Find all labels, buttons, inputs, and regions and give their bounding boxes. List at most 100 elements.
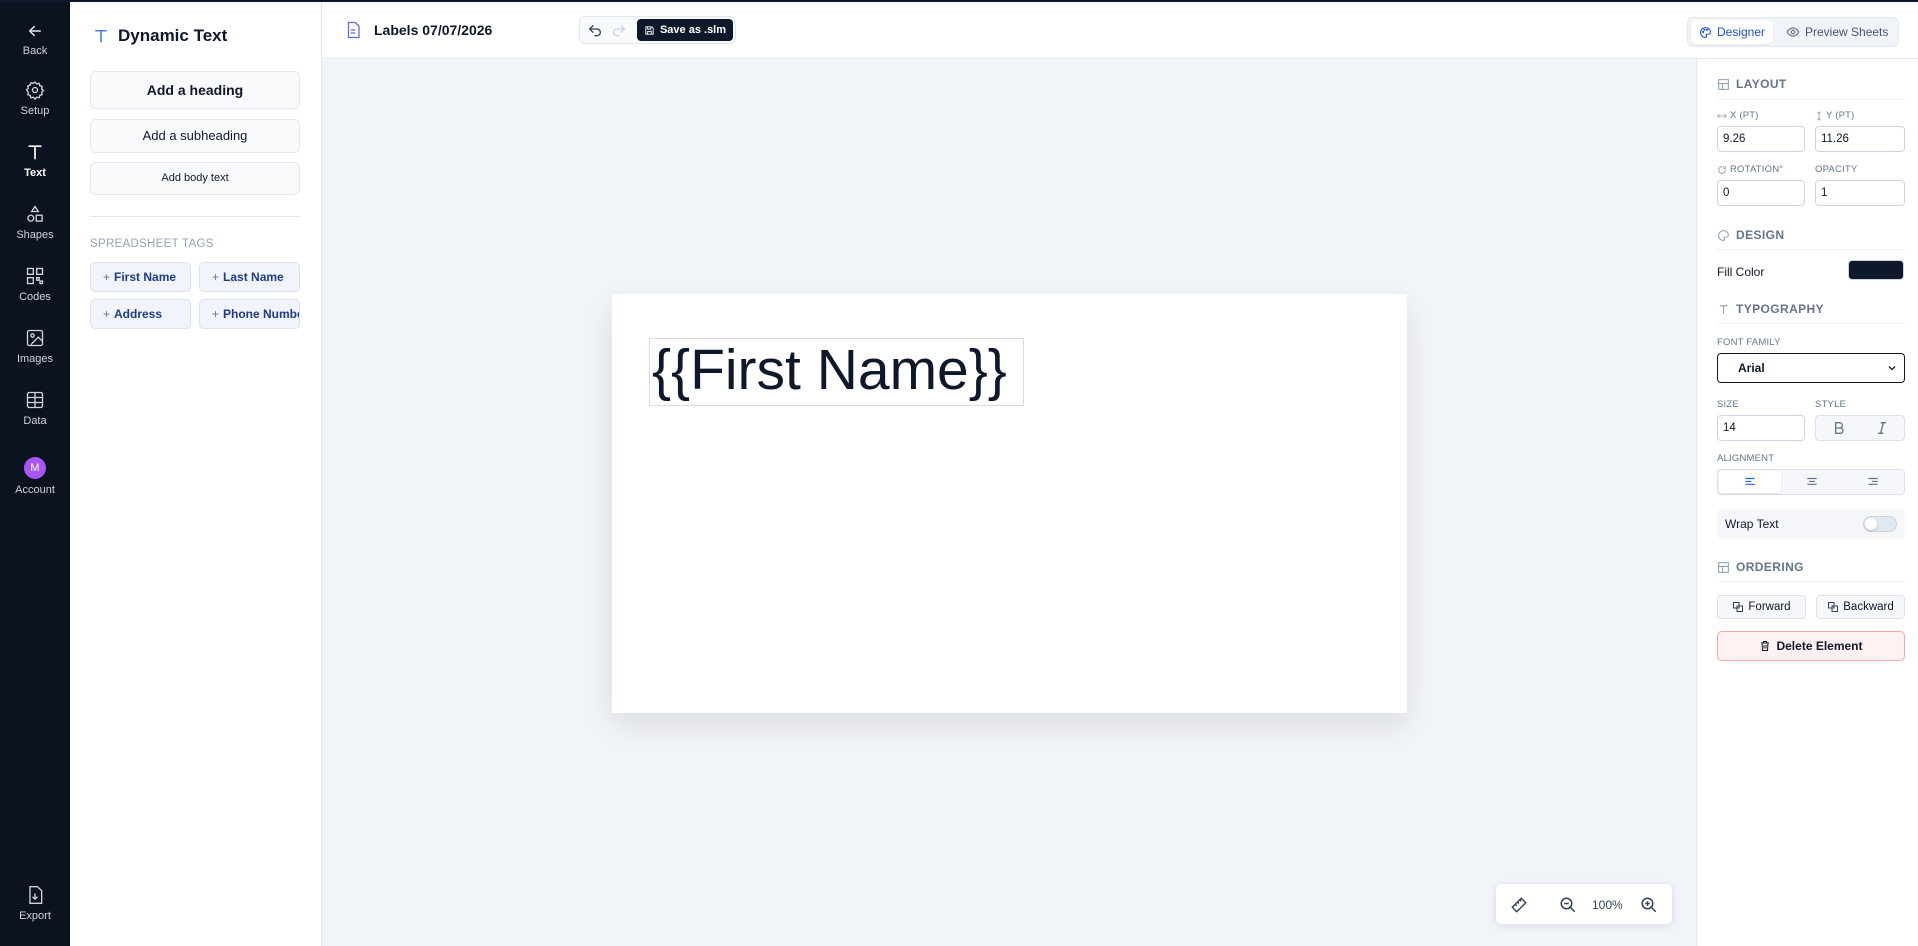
forward-label: Forward xyxy=(1748,601,1791,613)
align-right-icon xyxy=(1868,477,1878,485)
backward-label: Backward xyxy=(1843,601,1894,613)
font-family-value: Arial xyxy=(1738,361,1765,375)
document-icon xyxy=(347,21,360,39)
top-bar: Labels 07/07/2026 Save as .slm Designer … xyxy=(322,2,1918,59)
italic-icon[interactable] xyxy=(1874,420,1890,436)
dynamic-text-content: {{First Name}} xyxy=(652,338,1007,402)
alignment-toggle-group xyxy=(1717,469,1905,495)
tag-label: Last Name xyxy=(223,270,284,284)
eye-icon xyxy=(1786,27,1800,37)
design-title: DESIGN xyxy=(1736,228,1785,242)
x-input[interactable]: 9.26 xyxy=(1717,126,1805,152)
setup-label: Setup xyxy=(20,105,50,117)
rail-item-text[interactable]: Text xyxy=(0,142,70,179)
left-panel: Dynamic Text Add a heading Add a subhead… xyxy=(70,2,322,946)
rotation-label-text: ROTATION° xyxy=(1730,164,1784,175)
layout-title: LAYOUT xyxy=(1736,77,1787,91)
save-button[interactable]: Save as .slm xyxy=(637,19,733,41)
text-icon xyxy=(95,30,107,43)
y-label: Y (PT) xyxy=(1815,110,1854,121)
panel-title-text: Dynamic Text xyxy=(118,26,228,45)
left-rail: Back Setup Text Shapes Codes Images Data… xyxy=(0,2,70,946)
shapes-label: Shapes xyxy=(16,229,54,241)
save-label: Save as .slm xyxy=(659,24,727,36)
export-button[interactable]: Export xyxy=(0,885,70,922)
layers-icon xyxy=(1718,561,1729,573)
undo-icon[interactable] xyxy=(587,23,603,39)
align-center-button[interactable] xyxy=(1781,471,1843,493)
font-family-label: FONT FAMILY xyxy=(1717,337,1781,348)
shapes-icon xyxy=(27,205,43,222)
align-left-button[interactable] xyxy=(1719,471,1781,493)
save-icon xyxy=(645,25,654,35)
divider xyxy=(1717,323,1905,324)
plus-icon: + xyxy=(212,270,220,284)
zoom-out-icon[interactable] xyxy=(1559,896,1577,914)
rotate-icon xyxy=(1718,165,1726,174)
rail-item-codes[interactable]: Codes xyxy=(0,266,70,303)
send-backward-button[interactable]: Backward xyxy=(1816,595,1905,619)
history-toolbar: Save as .slm xyxy=(579,16,736,44)
document-title-text[interactable]: Labels 07/07/2026 xyxy=(374,22,492,38)
gear-icon xyxy=(25,81,45,100)
tag-phone-number[interactable]: + Phone Number xyxy=(199,299,300,329)
typography-section-heading: TYPOGRAPHY xyxy=(1717,302,1824,316)
tag-first-name[interactable]: + First Name xyxy=(90,262,191,292)
back-button[interactable]: Back xyxy=(0,22,70,57)
add-body-text-button[interactable]: Add body text xyxy=(90,162,300,195)
tab-preview-sheets[interactable]: Preview Sheets xyxy=(1778,20,1896,44)
opacity-input[interactable]: 1 xyxy=(1815,180,1905,206)
delete-element-button[interactable]: Delete Element xyxy=(1717,631,1905,661)
text-icon xyxy=(28,145,42,160)
wrap-text-toggle[interactable] xyxy=(1863,516,1897,532)
rail-item-data[interactable]: Data xyxy=(0,390,70,427)
align-right-button[interactable] xyxy=(1842,471,1904,493)
redo-icon[interactable] xyxy=(611,23,627,39)
delete-label: Delete Element xyxy=(1776,639,1863,653)
y-label-text: Y (PT) xyxy=(1826,110,1855,121)
font-size-input[interactable]: 14 xyxy=(1717,415,1805,441)
ordering-title: ORDERING xyxy=(1736,560,1804,574)
text-icon xyxy=(1719,304,1728,314)
design-section-heading: DESIGN xyxy=(1717,228,1784,242)
spreadsheet-tags-heading: SPREADSHEET TAGS xyxy=(90,238,214,250)
divider xyxy=(1717,581,1905,582)
opacity-label: OPACITY xyxy=(1815,164,1858,175)
account-label: Account xyxy=(15,484,55,496)
image-icon xyxy=(26,329,44,347)
trash-icon xyxy=(1761,641,1770,651)
tag-last-name[interactable]: + Last Name xyxy=(199,262,300,292)
divider xyxy=(90,216,300,217)
back-label: Back xyxy=(22,45,48,57)
table-icon xyxy=(26,391,44,409)
rail-item-setup[interactable]: Setup xyxy=(0,80,70,117)
bold-icon[interactable] xyxy=(1831,420,1847,436)
ruler-icon[interactable] xyxy=(1510,896,1528,914)
tag-address[interactable]: + Address xyxy=(90,299,191,329)
bring-forward-icon xyxy=(1733,602,1744,612)
plus-icon: + xyxy=(103,270,111,284)
tab-designer[interactable]: Designer xyxy=(1691,20,1774,44)
fill-color-label: Fill Color xyxy=(1717,265,1765,279)
font-family-select[interactable]: Arial xyxy=(1717,353,1905,383)
label-artboard[interactable]: {{First Name}} xyxy=(612,294,1407,713)
panel-title: Dynamic Text xyxy=(92,26,227,46)
add-heading-button[interactable]: Add a heading xyxy=(90,71,300,109)
fill-color-swatch[interactable] xyxy=(1848,260,1904,280)
zoom-toolbar: 100% xyxy=(1495,883,1673,925)
add-subheading-button[interactable]: Add a subheading xyxy=(90,119,300,153)
document-title: Labels 07/07/2026 xyxy=(344,20,492,40)
align-center-icon xyxy=(1807,477,1817,485)
qr-code-icon xyxy=(26,267,44,285)
rail-item-account[interactable]: M Account xyxy=(0,457,70,496)
text-label: Text xyxy=(24,167,46,179)
dynamic-text-element[interactable]: {{First Name}} xyxy=(649,338,1024,406)
rotation-input[interactable]: 0 xyxy=(1717,180,1805,206)
rail-item-images[interactable]: Images xyxy=(0,328,70,365)
data-label: Data xyxy=(23,415,47,427)
bring-forward-button[interactable]: Forward xyxy=(1717,595,1806,619)
rail-item-shapes[interactable]: Shapes xyxy=(0,204,70,241)
mode-switcher: Designer Preview Sheets xyxy=(1687,17,1899,47)
y-input[interactable]: 11.26 xyxy=(1815,126,1905,152)
zoom-in-icon[interactable] xyxy=(1640,896,1658,914)
